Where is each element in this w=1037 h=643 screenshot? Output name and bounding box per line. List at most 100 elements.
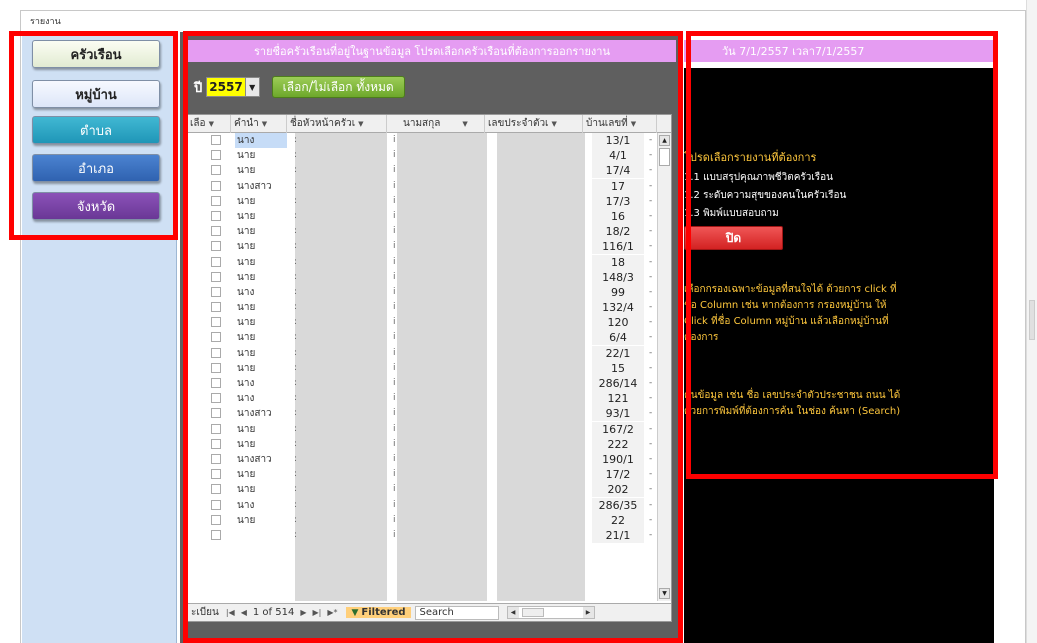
row-select-checkbox[interactable]: [211, 393, 221, 404]
table-row[interactable]: นาย: i 6/4-: [187, 330, 657, 346]
year-select[interactable]: 2557 ▼: [206, 77, 260, 97]
table-row[interactable]: นางสาว: i 93/1-: [187, 406, 657, 422]
nav-subdistrict-button[interactable]: ตำบล: [32, 116, 160, 144]
column-header-firstname[interactable]: ชื่อหัวหน้าครัวเ ▼: [287, 115, 387, 133]
dropdown-arrow-icon[interactable]: ▼: [462, 120, 467, 128]
report-link-questionnaire[interactable]: 1.3 พิมพ์แบบสอบถาม: [684, 206, 779, 221]
dropdown-arrow-icon[interactable]: ▼: [262, 120, 267, 128]
scroll-left-icon[interactable]: ◀: [507, 607, 519, 618]
column-header-prefix[interactable]: คำนำ ▼: [231, 115, 287, 133]
table-row[interactable]: นาย: i 22/1-: [187, 345, 657, 361]
row-select-checkbox[interactable]: [211, 165, 221, 176]
table-row[interactable]: นางสาว: i 190/1-: [187, 451, 657, 467]
row-select-checkbox[interactable]: [211, 150, 221, 161]
row-select-checkbox[interactable]: [211, 317, 221, 328]
table-row[interactable]: นาย: i 167/2-: [187, 421, 657, 437]
table-row[interactable]: นาง: i 286/35-: [187, 497, 657, 513]
row-select-checkbox[interactable]: [211, 514, 221, 525]
table-row[interactable]: นาย: i 202-: [187, 482, 657, 498]
filter-toggle[interactable]: ▼ Filtered: [346, 607, 411, 618]
column-header-id[interactable]: เลขประจำตัวเ ▼: [485, 115, 583, 133]
dropdown-arrow-icon[interactable]: ▼: [358, 120, 363, 128]
new-record-icon[interactable]: ▶*: [324, 608, 340, 617]
row-select-checkbox[interactable]: [211, 135, 221, 145]
table-row[interactable]: นาย: i 4/1-: [187, 148, 657, 164]
prev-record-icon[interactable]: ◀: [238, 608, 250, 617]
scrollbar-thumb[interactable]: [659, 148, 670, 166]
dropdown-arrow-icon[interactable]: ▼: [551, 120, 556, 128]
select-all-button[interactable]: เลือก/ไม่เลือก ทั้งหมด: [271, 76, 405, 98]
row-select-checkbox[interactable]: [211, 195, 221, 206]
table-row[interactable]: นาย: i 132/4-: [187, 300, 657, 316]
row-select-checkbox[interactable]: [211, 271, 221, 282]
row-select-checkbox[interactable]: [211, 332, 221, 343]
datasheet-header: เลือ ▼ คำนำ ▼ ชื่อหัวหน้าครัวเ ▼ นามสกุล ▼ เ…: [187, 115, 671, 133]
table-row[interactable]: นาย: i 18/2-: [187, 224, 657, 240]
row-select-checkbox[interactable]: [211, 286, 221, 297]
window-scrollbar[interactable]: [1026, 0, 1037, 643]
row-select-checkbox[interactable]: [211, 423, 221, 434]
row-select-checkbox[interactable]: [211, 438, 221, 449]
table-row[interactable]: นาง: i 286/14-: [187, 376, 657, 391]
row-select-checkbox[interactable]: [211, 256, 221, 267]
table-row[interactable]: นางสาว: i 17-: [187, 178, 657, 194]
report-link-quality-of-life[interactable]: 1.1 แบบสรุปคุณภาพชีวิตครัวเรือน: [684, 170, 833, 185]
row-select-checkbox[interactable]: [211, 226, 221, 237]
table-row[interactable]: นาง: i 13/1-: [187, 133, 657, 148]
table-row[interactable]: นาง: i 99-: [187, 284, 657, 300]
table-row[interactable]: นาย: i 22-: [187, 512, 657, 528]
next-record-icon[interactable]: ▶: [297, 608, 309, 617]
table-row[interactable]: นาย: i 222-: [187, 436, 657, 452]
nav-village-button[interactable]: หมู่บ้าน: [32, 80, 160, 108]
report-link-happiness[interactable]: 1.2 ระดับความสุขของคนในครัวเรือน: [684, 188, 846, 203]
nav-household-button[interactable]: ครัวเรือน: [32, 40, 160, 68]
row-select-checkbox[interactable]: [211, 347, 221, 358]
column-header-lastname[interactable]: นามสกุล ▼: [387, 115, 485, 133]
table-row[interactable]: นาย: i 17/3-: [187, 193, 657, 209]
nav-province-button[interactable]: จังหวัด: [32, 192, 160, 220]
dropdown-arrow-icon[interactable]: ▼: [631, 120, 636, 128]
scrollbar-thumb[interactable]: [521, 608, 544, 617]
row-select-checkbox[interactable]: [211, 362, 221, 373]
row-select-checkbox[interactable]: [211, 180, 221, 191]
table-row[interactable]: : i 21/1-: [187, 527, 657, 543]
row-select-checkbox[interactable]: [211, 408, 221, 419]
chevron-down-icon[interactable]: ▼: [244, 78, 259, 96]
first-record-icon[interactable]: |◀: [223, 608, 238, 617]
table-row[interactable]: นาย: i 17/2-: [187, 467, 657, 483]
last-record-icon[interactable]: ▶|: [309, 608, 324, 617]
row-select-checkbox[interactable]: [211, 210, 221, 221]
table-row[interactable]: นาง: i 121-: [187, 391, 657, 407]
row-select-checkbox[interactable]: [211, 378, 221, 388]
table-row[interactable]: นาย: i 18-: [187, 254, 657, 270]
row-select-checkbox[interactable]: [211, 241, 221, 252]
scroll-right-icon[interactable]: ▶: [582, 607, 594, 618]
row-cell-marker: i: [393, 135, 396, 145]
datasheet-vertical-scrollbar[interactable]: ▲ ▼: [657, 133, 671, 601]
nav-district-button[interactable]: อำเภอ: [32, 154, 160, 182]
row-cell-marker: :: [294, 529, 298, 540]
record-position[interactable]: 1 of 514: [250, 607, 297, 618]
row-select-checkbox[interactable]: [211, 484, 221, 495]
table-row[interactable]: นาย: i 148/3-: [187, 269, 657, 285]
close-button[interactable]: ปิด: [684, 226, 783, 250]
table-row[interactable]: นาย: i 120-: [187, 315, 657, 331]
row-select-checkbox[interactable]: [211, 453, 221, 464]
dropdown-arrow-icon[interactable]: ▼: [209, 120, 214, 128]
row-select-checkbox[interactable]: [211, 499, 221, 510]
scroll-down-icon[interactable]: ▼: [659, 588, 670, 599]
row-select-checkbox[interactable]: [211, 302, 221, 313]
row-select-checkbox[interactable]: [211, 529, 221, 540]
table-row[interactable]: นาย: i 16-: [187, 208, 657, 224]
column-header-house[interactable]: บ้านเลขที่ ▼: [583, 115, 657, 133]
column-header-select[interactable]: เลือ ▼: [187, 115, 231, 133]
scrollbar-thumb[interactable]: [1029, 300, 1035, 340]
scroll-up-icon[interactable]: ▲: [659, 135, 670, 146]
datasheet-horizontal-scrollbar[interactable]: ◀ ▶: [506, 606, 595, 619]
row-prefix: นาย: [237, 484, 256, 496]
table-row[interactable]: นาย: i 17/4-: [187, 163, 657, 179]
search-input[interactable]: Search: [414, 605, 499, 620]
table-row[interactable]: นาย: i 15-: [187, 360, 657, 376]
table-row[interactable]: นาย: i 116/1-: [187, 239, 657, 255]
row-select-checkbox[interactable]: [211, 469, 221, 480]
